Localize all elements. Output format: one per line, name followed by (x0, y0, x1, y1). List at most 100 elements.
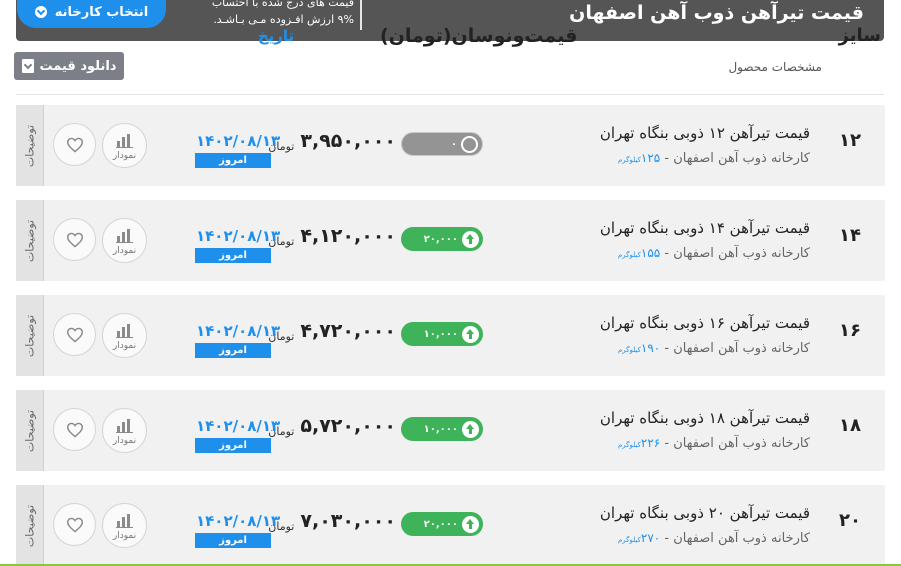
product-weight-unit: کیلوگرم (617, 346, 641, 354)
column-header-price: قیمت‌ونوسان(تومان) (380, 25, 578, 47)
heart-icon (66, 422, 83, 438)
chart-button-label: نمودار (112, 151, 137, 161)
table-row: توضیحات نمودار ۱۴۰۲/۰۸/۱۳ امروز تومان ۵,… (16, 390, 885, 471)
product-name[interactable]: قیمت تیرآهن ۱۲ ذوبی بنگاه تهران (600, 124, 810, 142)
bar-chart-icon (116, 229, 133, 243)
product-weight-unit: کیلوگرم (617, 251, 641, 259)
product-name[interactable]: قیمت تیرآهن ۱۶ ذوبی بنگاه تهران (600, 314, 810, 332)
chart-button-label: نمودار (112, 246, 137, 256)
product-weight-unit: کیلوگرم (617, 156, 641, 164)
select-factory-label: انتخاب کارخانه (54, 4, 149, 20)
chart-button-label: نمودار (112, 341, 137, 351)
price-value: ۴,۱۲۰,۰۰۰ (300, 225, 396, 247)
chart-button[interactable]: نمودار (102, 408, 147, 453)
favorite-button[interactable] (53, 123, 96, 166)
product-subtitle: کارخانه ذوب آهن اصفهان - ۲۲۶کیلوگرم (618, 436, 810, 451)
bar-chart-icon (116, 514, 133, 528)
price-change-badge: ۰ (401, 132, 483, 156)
description-tab-label: توضیحات (23, 409, 36, 452)
chart-button[interactable]: نمودار (102, 313, 147, 358)
today-badge: امروز (195, 343, 271, 358)
product-weight: ۱۹۰ (640, 341, 661, 355)
product-factory: کارخانه ذوب آهن اصفهان - (660, 151, 810, 166)
price-value: ۵,۷۲۰,۰۰۰ (300, 415, 396, 437)
arrow-up-icon (462, 420, 479, 438)
price-change-value: ۲۰,۰۰۰ (423, 518, 458, 530)
page-title: قیمت تیرآهن ذوب آهن اصفهان (569, 2, 864, 24)
price-change-value: ۱۰,۰۰۰ (423, 328, 458, 340)
heart-icon (66, 517, 83, 533)
price-change-badge: ۲۰,۰۰۰ (401, 512, 483, 536)
product-subtitle: کارخانه ذوب آهن اصفهان - ۱۵۵کیلوگرم (618, 246, 810, 261)
neutral-dot-icon (461, 135, 478, 153)
price-date: ۱۴۰۲/۰۸/۱۳ (196, 132, 281, 150)
description-tab[interactable]: توضیحات (16, 485, 44, 566)
price-value: ۷,۰۳۰,۰۰۰ (300, 510, 396, 532)
product-weight-unit: کیلوگرم (617, 536, 641, 544)
download-price-button[interactable]: دانلود قیمت (14, 52, 124, 80)
price-unit: تومان (268, 140, 295, 153)
description-tab[interactable]: توضیحات (16, 390, 44, 471)
favorite-button[interactable] (53, 503, 96, 546)
description-tab[interactable]: توضیحات (16, 200, 44, 281)
product-factory: کارخانه ذوب آهن اصفهان - (660, 436, 810, 451)
table-row: توضیحات نمودار ۱۴۰۲/۰۸/۱۳ امروز تومان ۷,… (16, 485, 885, 566)
description-tab[interactable]: توضیحات (16, 105, 44, 186)
product-size: ۱۶ (839, 320, 861, 341)
price-change-badge: ۱۰,۰۰۰ (401, 322, 483, 346)
arrow-up-icon (462, 230, 479, 248)
product-size: ۱۸ (839, 415, 861, 436)
product-factory: کارخانه ذوب آهن اصفهان - (660, 341, 810, 356)
price-change-value: ۱۰,۰۰۰ (423, 423, 458, 435)
chart-button[interactable]: نمودار (102, 503, 147, 548)
price-change-value: ۰ (450, 138, 457, 150)
heart-icon (66, 137, 83, 153)
price-date: ۱۴۰۲/۰۸/۱۳ (196, 512, 281, 530)
description-tab-label: توضیحات (23, 124, 36, 167)
product-weight-unit: کیلوگرم (617, 441, 641, 449)
product-weight: ۲۷۰ (640, 531, 661, 545)
product-name[interactable]: قیمت تیرآهن ۱۸ ذوبی بنگاه تهران (600, 409, 810, 427)
chart-button[interactable]: نمودار (102, 123, 147, 168)
price-change-value: ۲۰,۰۰۰ (423, 233, 458, 245)
bar-chart-icon (116, 324, 133, 338)
favorite-button[interactable] (53, 408, 96, 451)
chart-button-label: نمودار (112, 436, 137, 446)
arrow-up-icon (462, 325, 479, 343)
product-weight: ۱۲۵ (640, 151, 661, 165)
today-badge: امروز (195, 533, 271, 548)
description-tab-label: توضیحات (23, 219, 36, 262)
header-separator (16, 94, 884, 95)
product-factory: کارخانه ذوب آهن اصفهان - (660, 531, 810, 546)
product-size: ۱۴ (839, 225, 861, 246)
product-name[interactable]: قیمت تیرآهن ۱۴ ذوبی بنگاه تهران (600, 219, 810, 237)
price-date: ۱۴۰۲/۰۸/۱۳ (196, 227, 281, 245)
table-row: توضیحات نمودار ۱۴۰۲/۰۸/۱۳ امروز تومان ۴,… (16, 295, 885, 376)
price-value: ۴,۷۲۰,۰۰۰ (300, 320, 396, 342)
product-weight: ۲۲۶ (640, 436, 661, 450)
price-date: ۱۴۰۲/۰۸/۱۳ (196, 417, 281, 435)
vat-note: قیمت های درج شده با احتساب ۹% ارزش افـزو… (166, 0, 354, 28)
chart-button[interactable]: نمودار (102, 218, 147, 263)
price-unit: تومان (268, 330, 295, 343)
description-tab-label: توضیحات (23, 314, 36, 357)
price-unit: تومان (268, 520, 295, 533)
vat-note-line2: ۹% ارزش افـزوده مـی بـاشـد. (213, 13, 354, 26)
price-change-badge: ۲۰,۰۰۰ (401, 227, 483, 251)
arrow-up-icon (462, 515, 479, 533)
favorite-button[interactable] (53, 218, 96, 261)
table-row: توضیحات نمودار ۱۴۰۲/۰۸/۱۳ امروز تومان ۳,… (16, 105, 885, 186)
heart-icon (66, 327, 83, 343)
today-badge: امروز (195, 248, 271, 263)
price-unit: تومان (268, 235, 295, 248)
today-badge: امروز (195, 438, 271, 453)
favorite-button[interactable] (53, 313, 96, 356)
product-name[interactable]: قیمت تیرآهن ۲۰ ذوبی بنگاه تهران (600, 504, 810, 522)
download-icon (21, 59, 34, 73)
product-size: ۲۰ (839, 510, 861, 531)
column-header-spec: مشخصات محصول (728, 60, 822, 74)
product-subtitle: کارخانه ذوب آهن اصفهان - ۱۹۰کیلوگرم (618, 341, 810, 356)
price-unit: تومان (268, 425, 295, 438)
description-tab[interactable]: توضیحات (16, 295, 44, 376)
select-factory-button[interactable]: انتخاب کارخانه (17, 0, 166, 28)
